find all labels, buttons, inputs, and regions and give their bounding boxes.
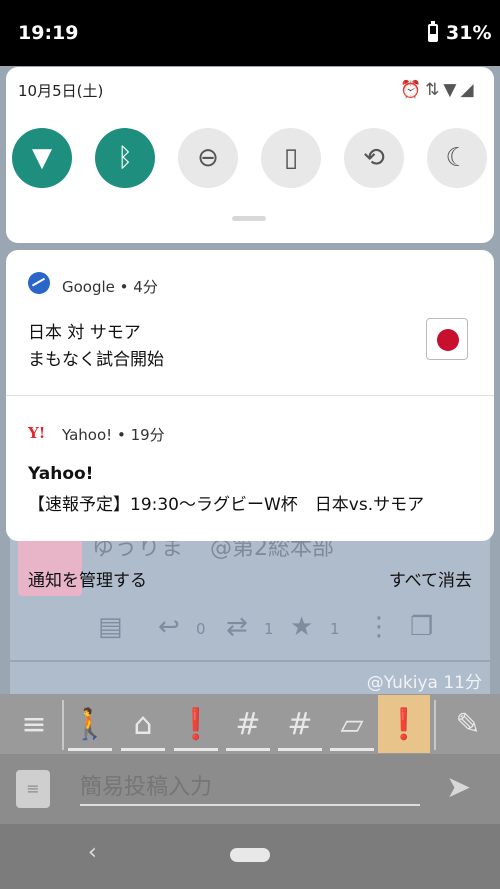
wifi-tile[interactable]: ▼ — [12, 128, 72, 188]
fav-count: 1 — [330, 620, 340, 638]
notification-time: 4分 — [133, 278, 158, 296]
reply-list-icon[interactable]: ▤ — [98, 612, 123, 642]
mention-time: 11分 — [443, 673, 482, 693]
mention-header: @Yukiya 11分 — [367, 668, 482, 693]
copy-icon[interactable]: ❐ — [410, 612, 433, 642]
dnd-icon: ⊖ — [197, 143, 219, 173]
document-icon[interactable]: ≡ — [16, 770, 50, 808]
notification-time: 19分 — [130, 426, 165, 444]
retweet-count: 1 — [264, 620, 274, 638]
more-icon[interactable]: ⋮ — [366, 612, 392, 642]
back-icon[interactable]: ‹ — [88, 840, 97, 865]
auto-rotate-tile[interactable]: ⟲ — [344, 128, 404, 188]
separator: • — [112, 426, 131, 444]
battery-level: 31% — [446, 22, 492, 44]
japan-flag-icon — [426, 318, 468, 360]
tab-home-icon[interactable]: ⌂ — [121, 702, 165, 746]
app-name: Yahoo! — [62, 426, 113, 444]
notification-divider — [6, 395, 494, 396]
flashlight-icon: ▯ — [283, 143, 299, 173]
notification-title[interactable]: 日本 対 サモア — [28, 318, 141, 343]
bluetooth-tile[interactable]: ᛒ — [95, 128, 155, 188]
notification-text[interactable]: まもなく試合開始 — [28, 345, 164, 370]
flashlight-tile[interactable]: ▯ — [261, 128, 321, 188]
drag-handle[interactable] — [232, 216, 266, 221]
tab-list-icon[interactable]: ▱ — [330, 702, 374, 746]
notification-header-google: Google • 4分 — [62, 276, 158, 297]
reply-count: 0 — [196, 620, 206, 638]
yahoo-logo-icon: Y! — [28, 424, 46, 442]
wifi-icon: ▼ — [443, 80, 461, 100]
mention-user: @Yukiya — [366, 673, 438, 693]
qs-date: 10月5日(土) — [18, 82, 104, 100]
clear-all-button[interactable]: すべて消去 — [389, 566, 472, 591]
quick-post-input[interactable] — [80, 770, 420, 806]
app-name: Google — [62, 278, 115, 296]
night-mode-tile[interactable]: ☾ — [427, 128, 487, 188]
alarm-icon: ⏰ — [400, 80, 426, 100]
notification-text[interactable]: 【速報予定】19:30〜ラグビーW杯 日本vs.サモア — [28, 490, 424, 515]
notification-title[interactable]: Yahoo! — [28, 464, 93, 484]
rotate-icon: ⟲ — [363, 143, 385, 173]
battery-icon — [428, 21, 438, 42]
star-icon[interactable]: ★ — [290, 612, 313, 642]
notification-header-yahoo: Yahoo! • 19分 — [62, 424, 165, 445]
dnd-tile[interactable]: ⊖ — [178, 128, 238, 188]
tab-notification-active-icon[interactable]: ❗ — [378, 695, 430, 753]
send-icon[interactable]: ➤ — [446, 770, 471, 805]
reply-icon[interactable]: ↩ — [158, 612, 180, 642]
signal-icon: ◢ — [460, 80, 478, 100]
tab-hashtag-icon[interactable]: # — [226, 702, 270, 746]
clock: 19:19 — [18, 22, 79, 44]
divider — [62, 700, 64, 750]
bluetooth-icon: ᛒ — [117, 143, 133, 173]
divider — [434, 700, 436, 750]
tab-notification-icon[interactable]: ❗ — [174, 702, 218, 746]
compose-pen-icon[interactable]: ✎ — [446, 702, 490, 746]
data-arrows-icon: ⇅ — [425, 80, 444, 100]
wifi-icon: ▼ — [32, 143, 52, 173]
menu-icon[interactable]: ≡ — [12, 702, 56, 746]
retweet-icon[interactable]: ⇄ — [226, 612, 248, 642]
tab-hashtag-icon[interactable]: # — [278, 702, 322, 746]
manage-notifications-button[interactable]: 通知を管理する — [28, 566, 147, 591]
qs-status-icons: ⏰⇅▼◢ — [400, 80, 478, 100]
tab-walk-icon[interactable]: 🚶 — [68, 702, 112, 746]
moon-icon: ☾ — [445, 143, 469, 173]
status-bar: 19:19 31% — [0, 0, 500, 66]
separator: • — [114, 278, 134, 296]
home-pill[interactable] — [230, 848, 270, 862]
